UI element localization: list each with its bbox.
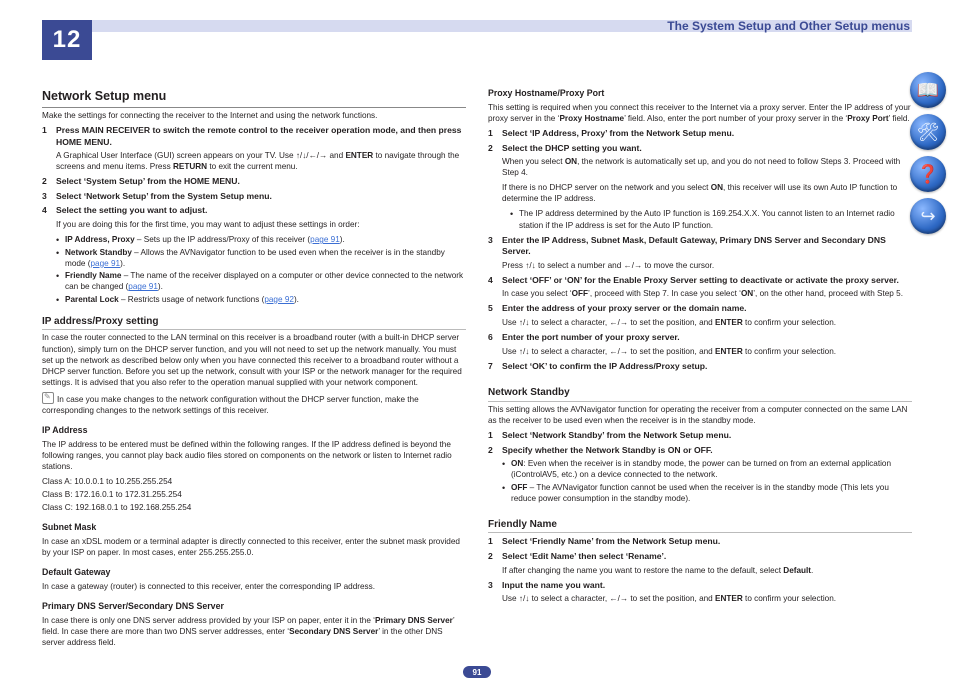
first-time-list: IP Address, Proxy – Sets up the IP addre… xyxy=(42,234,466,305)
header-row: 12 The System Setup and Other Setup menu… xyxy=(42,20,912,60)
ns-step-2: 2Specify whether the Network Standby is … xyxy=(488,445,912,457)
side-icon-strip: 📖 🛠 ❓ ↪ xyxy=(910,72,946,234)
h-ip-address: IP Address xyxy=(42,425,466,437)
step-4: 4Select the setting you want to adjust. xyxy=(42,205,466,217)
step-1-body: A Graphical User Interface (GUI) screen … xyxy=(56,150,466,172)
fn-step-3: 3Input the name you want. xyxy=(488,580,912,592)
page-link[interactable]: page 91 xyxy=(310,235,340,244)
h-dns: Primary DNS Server/Secondary DNS Server xyxy=(42,601,466,613)
step-4-body: If you are doing this for the first time… xyxy=(56,219,466,230)
page-link[interactable]: page 92 xyxy=(264,295,294,304)
fn-step-3-body: Use ↑/↓ to select a character, ←/→ to se… xyxy=(502,593,912,604)
step-3: 3Select ‘Network Setup’ from the System … xyxy=(42,191,466,203)
h-proxy-host: Proxy Hostname/Proxy Port xyxy=(488,88,912,100)
proxy-host-body: This setting is required when you connec… xyxy=(488,102,912,124)
r-step-1: 1Select ‘IP Address, Proxy’ from the Net… xyxy=(488,128,912,140)
h-network-setup: Network Setup menu xyxy=(42,88,466,108)
fn-step-2: 2Select ‘Edit Name’ then select ‘Rename’… xyxy=(488,551,912,563)
right-column: Proxy Hostname/Proxy Port This setting i… xyxy=(488,88,912,652)
chapter-title: The System Setup and Other Setup menus xyxy=(667,20,910,32)
list-item: Network Standby – Allows the AVNavigator… xyxy=(56,247,466,269)
r-step-4-body: In case you select ‘OFF’, proceed with S… xyxy=(502,288,912,299)
help-icon[interactable]: ❓ xyxy=(910,156,946,192)
ns-intro: This setting allows the AVNavigator func… xyxy=(488,404,912,426)
ip-proxy-body: In case the router connected to the LAN … xyxy=(42,332,466,387)
auto-ip-note: The IP address determined by the Auto IP… xyxy=(488,208,912,230)
step-1: 1Press MAIN RECEIVER to switch the remot… xyxy=(42,125,466,148)
list-item: The IP address determined by the Auto IP… xyxy=(510,208,912,230)
book-icon[interactable]: 📖 xyxy=(910,72,946,108)
subnet-body: In case an xDSL modem or a terminal adap… xyxy=(42,536,466,558)
step-2: 2Select ‘System Setup’ from the HOME MEN… xyxy=(42,176,466,188)
r-step-3: 3Enter the IP Address, Subnet Mask, Defa… xyxy=(488,235,912,258)
intro-text: Make the settings for connecting the rec… xyxy=(42,110,466,121)
h-friendly-name: Friendly Name xyxy=(488,518,912,534)
left-column: Network Setup menu Make the settings for… xyxy=(42,88,466,652)
r-step-6-body: Use ↑/↓ to select a character, ←/→ to se… xyxy=(502,346,912,357)
list-item: IP Address, Proxy – Sets up the IP addre… xyxy=(56,234,466,245)
r-step-6: 6Enter the port number of your proxy ser… xyxy=(488,332,912,344)
r-step-3-body: Press ↑/↓ to select a number and ←/→ to … xyxy=(502,260,912,271)
header-bar: The System Setup and Other Setup menus xyxy=(92,20,912,32)
ns-step-1: 1Select ‘Network Standby’ from the Netwo… xyxy=(488,430,912,442)
r-step-2-body: When you select ON, the network is autom… xyxy=(502,156,912,178)
ip-class-c: Class C: 192.168.0.1 to 192.168.255.254 xyxy=(42,502,466,513)
page-link[interactable]: page 91 xyxy=(128,282,158,291)
r-step-5-body: Use ↑/↓ to select a character, ←/→ to se… xyxy=(502,317,912,328)
share-icon[interactable]: ↪ xyxy=(910,198,946,234)
r-step-4: 4Select ‘OFF’ or ‘ON’ for the Enable Pro… xyxy=(488,275,912,287)
h-gateway: Default Gateway xyxy=(42,567,466,579)
r-step-2: 2Select the DHCP setting you want. xyxy=(488,143,912,155)
r-step-2-body2: If there is no DHCP server on the networ… xyxy=(502,182,912,204)
ns-options: ON: Even when the receiver is in standby… xyxy=(488,458,912,504)
note-icon xyxy=(42,392,54,404)
ip-address-body: The IP address to be entered must be def… xyxy=(42,439,466,472)
list-item: Parental Lock – Restricts usage of netwo… xyxy=(56,294,466,305)
ip-class-a: Class A: 10.0.0.1 to 10.255.255.254 xyxy=(42,476,466,487)
document-page: 12 The System Setup and Other Setup menu… xyxy=(0,0,954,692)
r-step-7: 7Select ‘OK’ to confirm the IP Address/P… xyxy=(488,361,912,373)
dns-body: In case there is only one DNS server add… xyxy=(42,615,466,648)
ip-class-b: Class B: 172.16.0.1 to 172.31.255.254 xyxy=(42,489,466,500)
fn-step-1: 1Select ‘Friendly Name’ from the Network… xyxy=(488,536,912,548)
page-number-badge: 91 xyxy=(463,666,491,678)
chapter-badge: 12 xyxy=(42,20,92,60)
list-item: ON: Even when the receiver is in standby… xyxy=(502,458,912,480)
h-ip-proxy: IP address/Proxy setting xyxy=(42,315,466,331)
r-step-5: 5Enter the address of your proxy server … xyxy=(488,303,912,315)
fn-step-2-body: If after changing the name you want to r… xyxy=(502,565,912,576)
note-ip: In case you make changes to the network … xyxy=(42,392,466,416)
gateway-body: In case a gateway (router) is connected … xyxy=(42,581,466,592)
page-link[interactable]: page 91 xyxy=(90,259,120,268)
tools-icon[interactable]: 🛠 xyxy=(910,114,946,150)
list-item: Friendly Name – The name of the receiver… xyxy=(56,270,466,292)
h-network-standby: Network Standby xyxy=(488,386,912,402)
list-item: OFF – The AVNavigator function cannot be… xyxy=(502,482,912,504)
h-subnet: Subnet Mask xyxy=(42,522,466,534)
